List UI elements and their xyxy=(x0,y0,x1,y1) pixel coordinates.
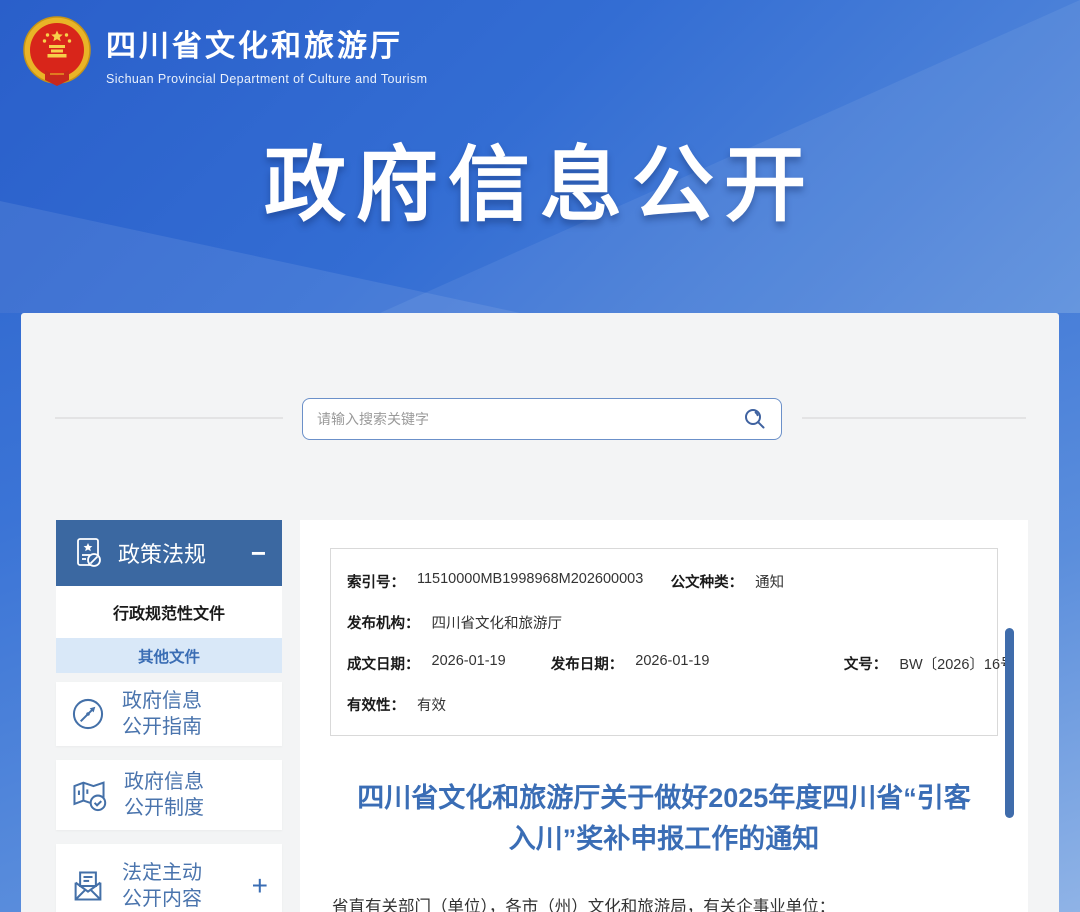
map-check-icon xyxy=(73,781,107,812)
sidebar: 政策法规 − 行政规范性文件 其他文件 政府信息 公开指南 政府信息 公开制度 … xyxy=(56,520,282,912)
meta-index-number: 索引号： 11510000MB1998968M202600003 xyxy=(347,571,644,591)
divider-right xyxy=(802,417,1026,419)
national-emblem-logo xyxy=(23,16,91,86)
meta-doc-type: 公文种类： 通知 xyxy=(670,575,785,591)
meta-publisher: 发布机构： 四川省文化和旅游厅 xyxy=(347,616,562,632)
sidebar-item-other-documents[interactable]: 其他文件 xyxy=(56,638,282,673)
meta-row: 有效性： 有效 xyxy=(331,684,997,725)
org-name: 四川省文化和旅游厅 xyxy=(106,29,403,63)
search-bar[interactable] xyxy=(302,398,782,440)
document-meta-table: 索引号： 11510000MB1998968M202600003 公文种类： 通知 … xyxy=(330,548,1015,736)
meta-write-date: 成文日期： 2026-01-19 xyxy=(347,653,506,673)
meta-row: 索引号： 11510000MB1998968M202600003 公文种类： 通知 xyxy=(331,561,997,602)
sidebar-item-label: 政府信息 公开指南 xyxy=(122,689,202,738)
document-panel: 索引号： 11510000MB1998968M202600003 公文种类： 通知 … xyxy=(300,520,1028,912)
org-name-english: Sichuan Provincial Department of Culture… xyxy=(106,71,428,86)
meta-publish-date: 发布日期： 2026-01-19 xyxy=(550,653,710,673)
scrollbar-thumb[interactable] xyxy=(1005,628,1014,818)
document-title: 四川省文化和旅游厅关于做好2025年度四川省“引客入川”奖补申报工作的通知 xyxy=(357,783,971,854)
search-icon[interactable] xyxy=(743,407,767,431)
meta-row: 成文日期： 2026-01-19 发布日期： 2026-01-19 文号： BW〔20… xyxy=(331,643,1015,684)
sidebar-item-disclosure-guide[interactable]: 政府信息 公开指南 xyxy=(56,682,282,746)
site-header: 四川省文化和旅游厅 Sichuan Provincial Department … xyxy=(20,14,427,92)
meta-row: 发布机构： 四川省文化和旅游厅 xyxy=(331,602,997,643)
sidebar-item-statutory-disclosure[interactable]: 法定主动 公开内容 + xyxy=(56,844,282,912)
document-body-intro: 省直有关部门（单位），各市（州）文化和旅游局，有关企事业单位： xyxy=(332,898,836,912)
sidebar-item-disclosure-system[interactable]: 政府信息 公开制度 xyxy=(56,760,282,830)
policy-document-icon xyxy=(77,538,101,567)
sidebar-item-administrative-normative-documents[interactable]: 行政规范性文件 xyxy=(56,586,282,638)
banner: 四川省文化和旅游厅 Sichuan Provincial Department … xyxy=(0,0,1080,313)
content-card: 政策法规 − 行政规范性文件 其他文件 政府信息 公开指南 xyxy=(21,313,1059,912)
page-title: 政府信息公开 xyxy=(263,140,816,231)
sidebar-item-label: 政府信息 公开制度 xyxy=(124,770,204,819)
collapse-icon[interactable]: − xyxy=(251,540,266,566)
divider-left xyxy=(55,417,283,419)
envelope-icon xyxy=(74,871,102,901)
meta-validity: 有效性： 有效 xyxy=(347,698,446,714)
meta-doc-number: 文号： BW〔2026〕16号 xyxy=(843,657,1015,673)
compass-icon xyxy=(72,698,104,730)
sidebar-group-policy[interactable]: 政策法规 − xyxy=(56,520,282,586)
sidebar-item-label: 其他文件 xyxy=(137,648,200,666)
sidebar-item-label: 法定主动 公开内容 xyxy=(122,861,202,910)
sidebar-item-label: 行政规范性文件 xyxy=(112,606,225,623)
search-input[interactable] xyxy=(317,411,743,427)
sidebar-group-label: 政策法规 xyxy=(118,542,207,567)
expand-icon[interactable]: + xyxy=(252,868,268,905)
